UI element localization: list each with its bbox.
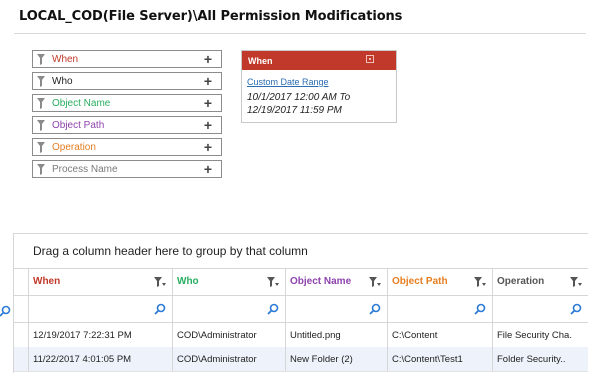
funnel-icon[interactable]	[570, 277, 582, 287]
search-icon[interactable]	[369, 303, 381, 315]
search-icon[interactable]	[0, 305, 11, 317]
funnel-icon	[37, 53, 47, 65]
filter-label: Operation	[52, 141, 96, 153]
group-by-area[interactable]: Drag a column header here to group by th…	[13, 233, 588, 269]
when-panel-title: When	[248, 55, 273, 66]
funnel-icon[interactable]	[267, 277, 279, 287]
filter-label: Object Name	[52, 97, 111, 109]
funnel-icon[interactable]	[474, 277, 486, 287]
custom-date-range-link[interactable]: Custom Date Range	[247, 77, 396, 87]
table-row[interactable]: 11/22/2017 4:01:05 PM COD\Administrator …	[14, 347, 588, 372]
title-divider	[14, 33, 586, 34]
filter-who[interactable]: Who +	[32, 72, 222, 90]
cell-operation: Folder Security..	[497, 353, 566, 365]
cell-who: COD\Administrator	[177, 353, 257, 365]
filter-object-name[interactable]: Object Name +	[32, 94, 222, 112]
column-header-label: Object Path	[392, 276, 448, 287]
filter-label: Who	[52, 75, 73, 87]
plus-icon[interactable]: +	[201, 96, 215, 110]
column-header-operation[interactable]: Operation	[492, 268, 588, 295]
column-header-label: Object Name	[290, 276, 352, 287]
column-header-row: When Who Object Name Object Path Operati…	[14, 268, 588, 296]
plus-icon[interactable]: +	[201, 118, 215, 132]
funnel-icon[interactable]	[154, 277, 166, 287]
plus-icon[interactable]: +	[201, 52, 215, 66]
cell-object-name: Untitled.png	[290, 329, 341, 341]
column-header-when[interactable]: When	[28, 268, 172, 295]
filter-label: When	[52, 53, 79, 65]
cell-when: 11/22/2017 4:01:05 PM	[33, 353, 132, 365]
when-panel-header: When	[242, 51, 396, 70]
close-icon[interactable]	[366, 55, 374, 63]
page-title: LOCAL_COD(File Server)\All Permission Mo…	[19, 9, 403, 24]
table-row[interactable]: 12/19/2017 7:22:31 PM COD\Administrator …	[14, 323, 588, 348]
filter-cell-object-name[interactable]	[285, 296, 387, 322]
search-icon[interactable]	[474, 303, 486, 315]
date-range-start: 10/1/2017 12:00 AM To	[247, 92, 351, 103]
cell-object-path: C:\Content	[392, 329, 438, 341]
cell-object-path: C:\Content\Test1	[392, 353, 463, 365]
search-icon[interactable]	[570, 303, 582, 315]
plus-icon[interactable]: +	[201, 140, 215, 154]
filter-process-name[interactable]: Process Name +	[32, 160, 222, 178]
cell-object-name: New Folder (2)	[290, 353, 353, 365]
search-icon[interactable]	[267, 303, 279, 315]
funnel-icon[interactable]	[369, 277, 381, 287]
filter-label: Process Name	[52, 163, 118, 175]
filter-row	[14, 296, 588, 323]
filter-when[interactable]: When +	[32, 50, 222, 68]
column-header-label: Who	[177, 276, 199, 287]
date-range-end: 12/19/2017 11:59 PM	[247, 105, 342, 116]
cell-when: 12/19/2017 7:22:31 PM	[33, 329, 132, 341]
funnel-icon	[37, 119, 47, 131]
filter-list: When + Who + Object Name + Object Path +…	[32, 50, 222, 182]
date-range-text: 10/1/2017 12:00 AM To 12/19/2017 11:59 P…	[247, 91, 396, 117]
filter-operation[interactable]: Operation +	[32, 138, 222, 156]
column-header-label: Operation	[497, 276, 545, 287]
filter-cell-object-path[interactable]	[387, 296, 492, 322]
plus-icon[interactable]: +	[201, 162, 215, 176]
filter-cell-when[interactable]	[28, 296, 172, 322]
when-filter-panel: When Custom Date Range 10/1/2017 12:00 A…	[241, 50, 397, 123]
cell-operation: File Security Cha.	[497, 329, 572, 341]
plus-icon[interactable]: +	[201, 74, 215, 88]
column-header-who[interactable]: Who	[172, 268, 285, 295]
column-header-label: When	[33, 276, 61, 287]
group-hint: Drag a column header here to group by th…	[33, 244, 308, 258]
funnel-icon	[37, 75, 47, 87]
cell-who: COD\Administrator	[177, 329, 257, 341]
funnel-icon	[37, 163, 47, 175]
filter-cell-operation[interactable]	[492, 296, 588, 322]
filter-cell-who[interactable]	[172, 296, 285, 322]
filter-label: Object Path	[52, 119, 105, 131]
funnel-icon	[37, 141, 47, 153]
search-icon[interactable]	[154, 303, 166, 315]
column-header-object-name[interactable]: Object Name	[285, 268, 387, 295]
funnel-icon	[37, 97, 47, 109]
filter-object-path[interactable]: Object Path +	[32, 116, 222, 134]
column-header-object-path[interactable]: Object Path	[387, 268, 492, 295]
